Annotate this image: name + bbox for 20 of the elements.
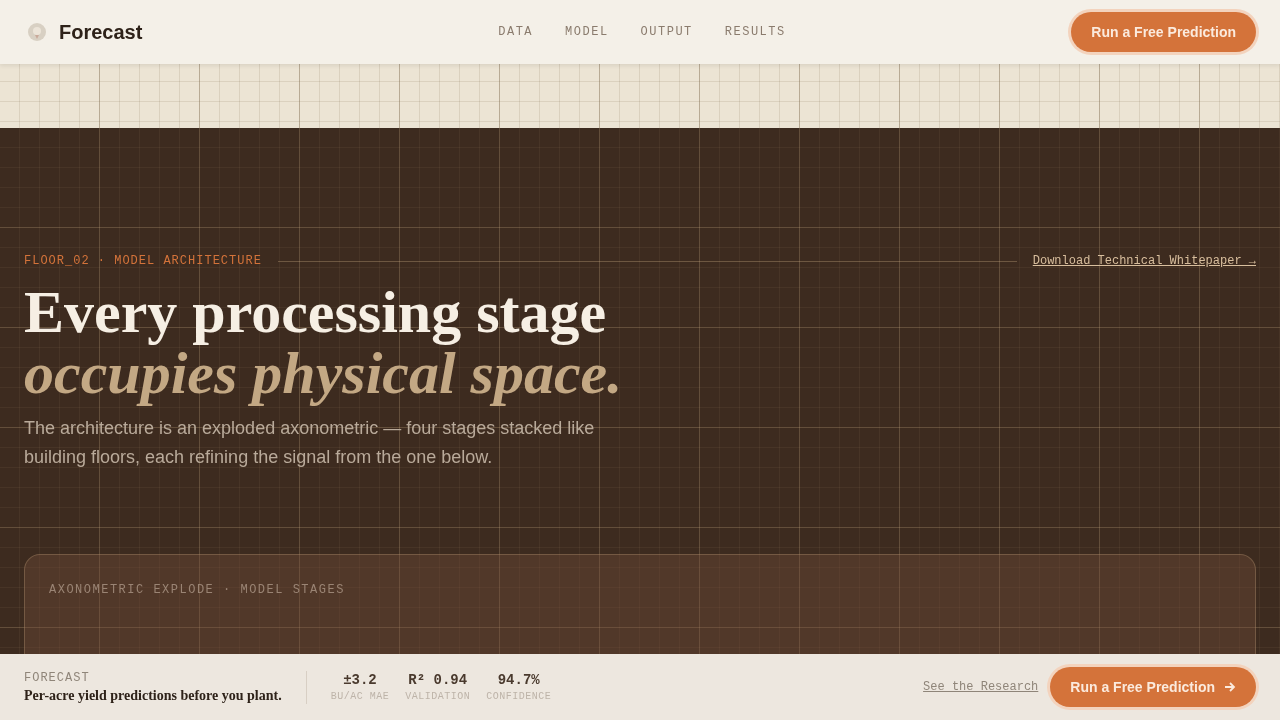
cta-button[interactable]: Run a Free Prediction bbox=[1050, 667, 1256, 707]
brand-name[interactable]: Forecast bbox=[59, 20, 143, 44]
stat-value: 94.7% bbox=[497, 672, 540, 688]
nav-link[interactable]: MODEL bbox=[565, 25, 609, 39]
nav-link[interactable]: RESULTS bbox=[724, 25, 786, 39]
stat-value: R² 0.94 bbox=[408, 672, 468, 688]
hero-description: The architecture is an exploded axonometric — four stages stacked like building floors, each refining the signal from the one below. bbox=[24, 417, 596, 469]
footer-eyebrow: FORECAST bbox=[24, 670, 91, 685]
whitepaper-link[interactable]: Download Technical Whitepaper → bbox=[1032, 254, 1256, 268]
stat-value: ±3.2 bbox=[343, 672, 377, 688]
nav-link[interactable]: DATA bbox=[498, 25, 534, 39]
logo-icon bbox=[28, 23, 46, 41]
research-link[interactable]: See the Research bbox=[923, 680, 1039, 694]
panel-label: AXONOMETRIC EXPLODE · MODEL STAGES bbox=[49, 583, 345, 597]
section-eyebrow: FLOOR_02 · MODEL ARCHITECTURE bbox=[24, 254, 262, 268]
arrow-icon bbox=[1224, 681, 1236, 693]
nav-link[interactable]: OUTPUT bbox=[640, 25, 693, 39]
headline: Every processing stage bbox=[24, 282, 608, 343]
cta-button[interactable]: Run a Free Prediction bbox=[1071, 12, 1256, 52]
footer-tagline: Per-acre yield predictions before you plant. bbox=[24, 687, 282, 704]
